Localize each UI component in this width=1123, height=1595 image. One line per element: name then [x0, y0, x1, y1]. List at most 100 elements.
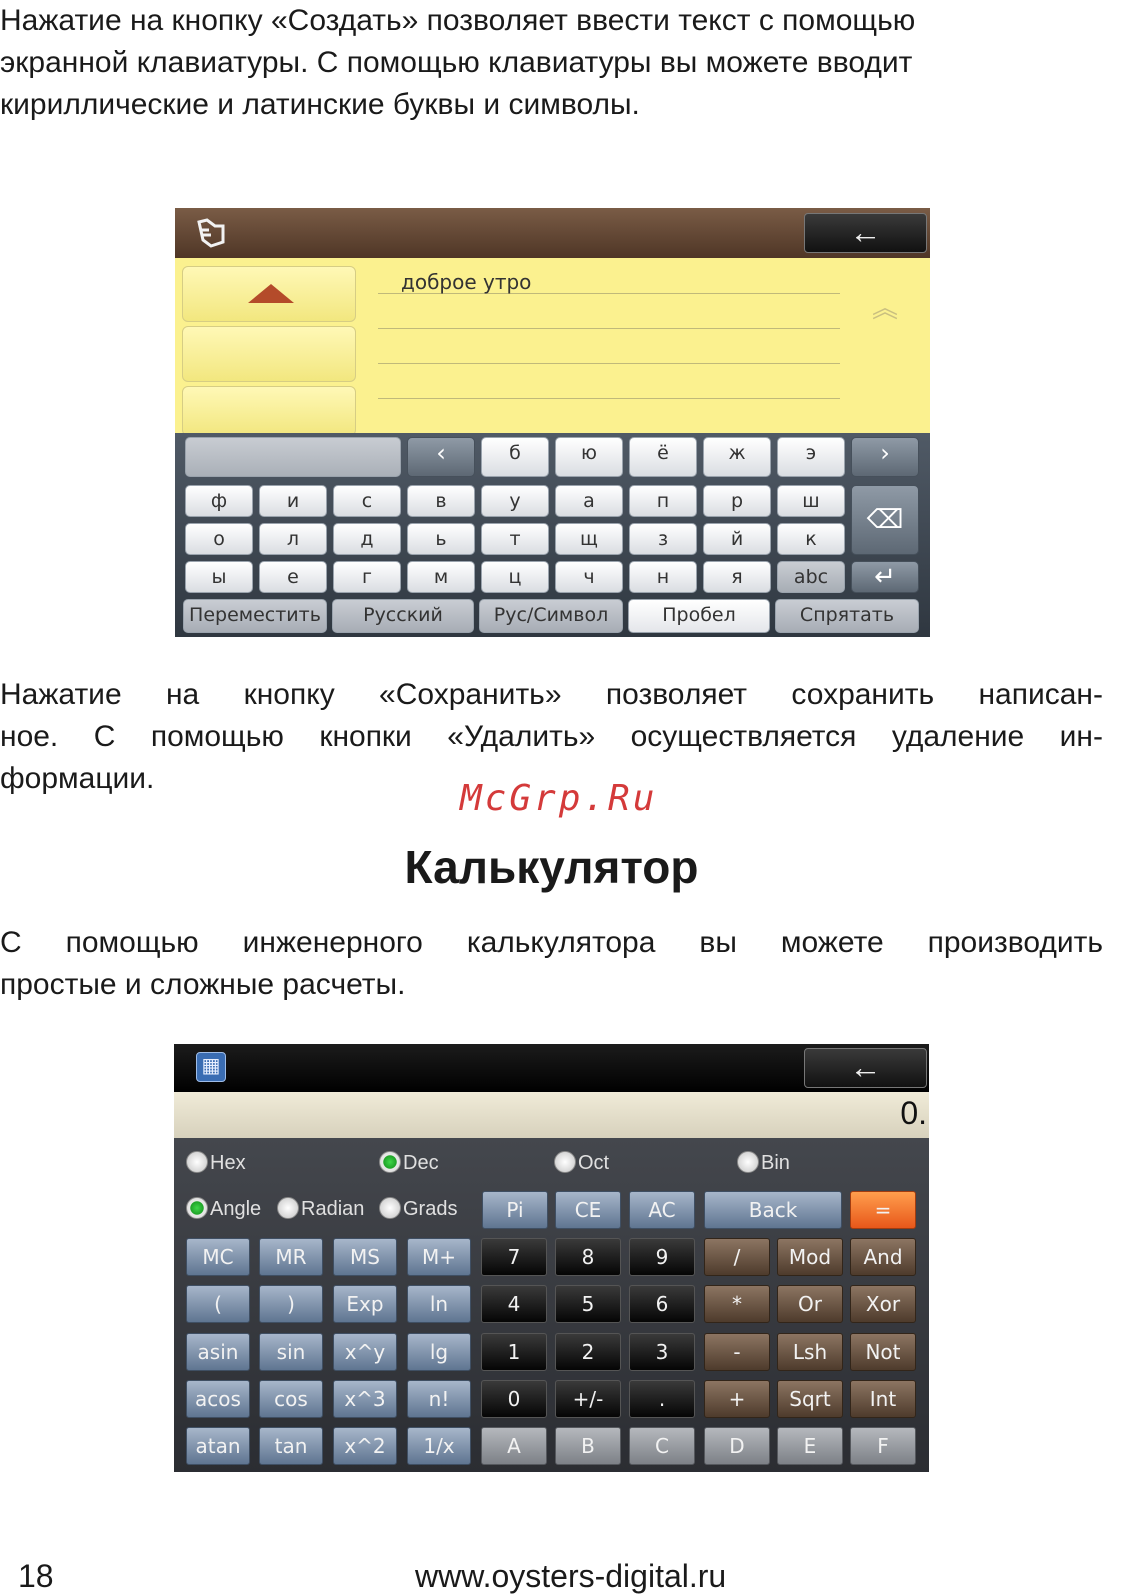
digit-key[interactable]: 0	[481, 1380, 547, 1418]
hide-keyboard-button[interactable]: Спрятать	[775, 599, 919, 633]
radio-hex[interactable]: Hex	[186, 1150, 246, 1176]
radio-bin[interactable]: Bin	[737, 1150, 790, 1176]
letter-key[interactable]: о	[185, 523, 253, 555]
operator-key[interactable]: Mod	[777, 1238, 843, 1276]
digit-key[interactable]: 2	[555, 1333, 621, 1371]
calc-key[interactable]: ln	[407, 1285, 471, 1323]
letter-key[interactable]: ё	[629, 437, 697, 477]
calc-key[interactable]: x^y	[333, 1333, 397, 1371]
backspace-key[interactable]: ⌫	[851, 485, 919, 555]
calc-key[interactable]: MC	[186, 1238, 250, 1276]
operator-key[interactable]: *	[704, 1285, 770, 1323]
calc-key[interactable]: (	[186, 1285, 250, 1323]
letter-key[interactable]: ш	[777, 485, 845, 517]
letter-key[interactable]: э	[777, 437, 845, 477]
double-chevron-up-icon[interactable]: ︽	[872, 288, 898, 325]
note-scroll-up-button[interactable]	[182, 266, 356, 322]
letter-key[interactable]: ы	[185, 561, 253, 593]
operator-key[interactable]: Sqrt	[777, 1380, 843, 1418]
calc-key[interactable]: 1/x	[407, 1427, 471, 1465]
back-button[interactable]: ←	[804, 1048, 927, 1088]
calc-key[interactable]: M+	[407, 1238, 471, 1276]
letter-key[interactable]: щ	[555, 523, 623, 555]
letter-key[interactable]: ф	[185, 485, 253, 517]
operator-key[interactable]: And	[850, 1238, 916, 1276]
calc-key[interactable]: x^2	[333, 1427, 397, 1465]
letter-key[interactable]: и	[259, 485, 327, 517]
clear-entry-button[interactable]: CE	[555, 1191, 621, 1229]
hex-digit-key[interactable]: A	[481, 1427, 547, 1465]
hex-digit-key[interactable]: F	[850, 1427, 916, 1465]
calc-key[interactable]: x^3	[333, 1380, 397, 1418]
latin-toggle-key[interactable]: abc	[777, 561, 845, 593]
operator-key[interactable]: Or	[777, 1285, 843, 1323]
letter-key[interactable]: р	[703, 485, 771, 517]
digit-key[interactable]: 5	[555, 1285, 621, 1323]
letter-key[interactable]: б	[481, 437, 549, 477]
equals-button[interactable]: =	[850, 1191, 916, 1229]
letter-key[interactable]: н	[629, 561, 697, 593]
radio-oct[interactable]: Oct	[554, 1150, 609, 1176]
calc-key[interactable]: Exp	[333, 1285, 397, 1323]
radio-grads[interactable]: Grads	[379, 1196, 457, 1222]
letter-key[interactable]: м	[407, 561, 475, 593]
russian-language-button[interactable]: Русский	[332, 599, 474, 633]
hand-pointer-icon[interactable]	[193, 216, 229, 250]
letter-key[interactable]: к	[777, 523, 845, 555]
calc-key[interactable]: MS	[333, 1238, 397, 1276]
calc-key[interactable]: acos	[186, 1380, 250, 1418]
enter-key[interactable]: ↵	[851, 561, 919, 593]
digit-key[interactable]: +/-	[555, 1380, 621, 1418]
digit-key[interactable]: .	[629, 1380, 695, 1418]
digit-key[interactable]: 9	[629, 1238, 695, 1276]
note-slot[interactable]	[182, 326, 356, 382]
letter-key[interactable]: д	[333, 523, 401, 555]
digit-key[interactable]: 1	[481, 1333, 547, 1371]
calc-key[interactable]: )	[259, 1285, 323, 1323]
letter-key[interactable]: л	[259, 523, 327, 555]
calc-key[interactable]: asin	[186, 1333, 250, 1371]
pi-button[interactable]: Pi	[482, 1191, 548, 1229]
calc-key[interactable]: atan	[186, 1427, 250, 1465]
space-button[interactable]: Пробел	[628, 599, 770, 633]
letter-key[interactable]: п	[629, 485, 697, 517]
letter-key[interactable]: ж	[703, 437, 771, 477]
digit-key[interactable]: 8	[555, 1238, 621, 1276]
operator-key[interactable]: -	[704, 1333, 770, 1371]
operator-key[interactable]: Xor	[850, 1285, 916, 1323]
cursor-left-key[interactable]: ‹	[407, 437, 475, 477]
letter-key[interactable]: я	[703, 561, 771, 593]
letter-key[interactable]: ю	[555, 437, 623, 477]
digit-key[interactable]: 6	[629, 1285, 695, 1323]
radio-angle[interactable]: Angle	[186, 1196, 261, 1222]
digit-key[interactable]: 7	[481, 1238, 547, 1276]
letter-key[interactable]: з	[629, 523, 697, 555]
operator-key[interactable]: +	[704, 1380, 770, 1418]
note-slot[interactable]	[182, 386, 356, 436]
letter-key[interactable]: ц	[481, 561, 549, 593]
calc-key[interactable]: lg	[407, 1333, 471, 1371]
calc-key[interactable]: MR	[259, 1238, 323, 1276]
letter-key[interactable]: ч	[555, 561, 623, 593]
digit-key[interactable]: 4	[481, 1285, 547, 1323]
hex-digit-key[interactable]: D	[704, 1427, 770, 1465]
letter-key[interactable]: г	[333, 561, 401, 593]
grid-icon[interactable]: ▦	[196, 1052, 226, 1082]
input-preview-field[interactable]	[185, 437, 401, 477]
move-button[interactable]: Переместить	[183, 599, 327, 633]
letter-key[interactable]: ь	[407, 523, 475, 555]
operator-key[interactable]: Int	[850, 1380, 916, 1418]
hex-digit-key[interactable]: E	[777, 1427, 843, 1465]
hex-digit-key[interactable]: B	[555, 1427, 621, 1465]
radio-radian[interactable]: Radian	[277, 1196, 364, 1222]
operator-key[interactable]: /	[704, 1238, 770, 1276]
note-text-input[interactable]: доброе утро	[401, 270, 531, 294]
letter-key[interactable]: в	[407, 485, 475, 517]
calc-key[interactable]: tan	[259, 1427, 323, 1465]
calc-key[interactable]: sin	[259, 1333, 323, 1371]
calc-key[interactable]: cos	[259, 1380, 323, 1418]
operator-key[interactable]: Not	[850, 1333, 916, 1371]
cursor-right-key[interactable]: ›	[851, 437, 919, 477]
calc-key[interactable]: n!	[407, 1380, 471, 1418]
letter-key[interactable]: е	[259, 561, 327, 593]
